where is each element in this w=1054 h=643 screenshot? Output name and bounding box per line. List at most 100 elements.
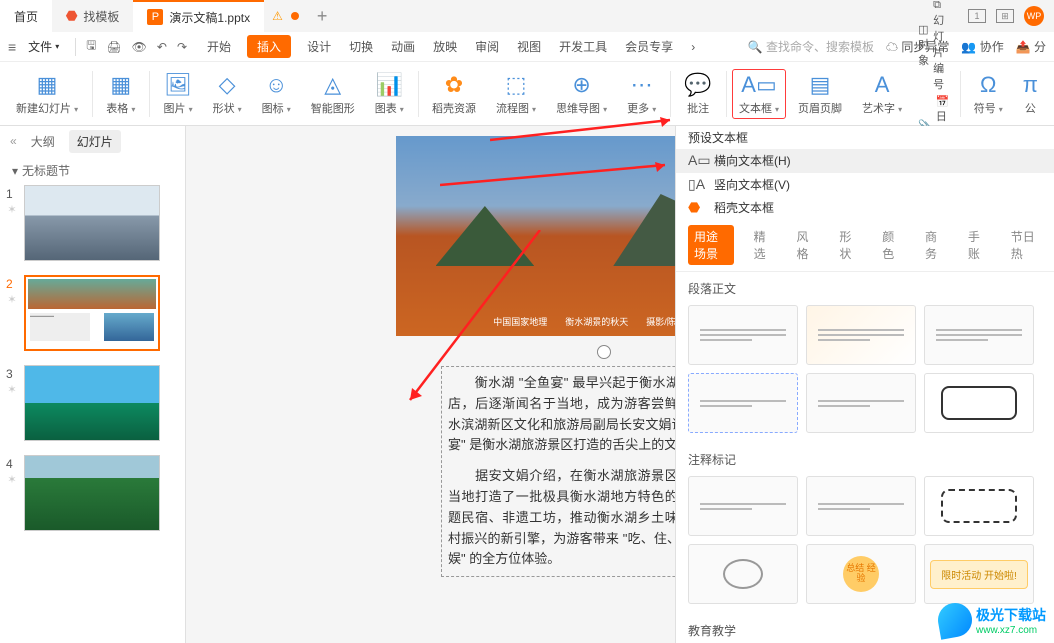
thumb-1[interactable]: 1✶ — [6, 185, 179, 261]
docer-textbox-item[interactable]: ⬣稻壳文本框 — [676, 196, 1054, 219]
vertical-textbox-item[interactable]: ▯A竖向文本框(V) — [676, 173, 1054, 196]
template-card[interactable] — [688, 544, 798, 604]
tab-find-template[interactable]: ⬣ 找模板 — [52, 0, 133, 32]
symbol-button[interactable]: Ω符号 ▾ — [966, 70, 1011, 118]
search-box[interactable]: 🔍 查找命令、搜索模板 — [748, 38, 874, 55]
print-icon[interactable]: 🖨 — [106, 40, 121, 54]
slide-number-icon[interactable]: ⧉ 幻灯片编号 — [933, 0, 949, 92]
template-card[interactable] — [806, 476, 916, 536]
filter-featured[interactable]: 精选 — [748, 225, 777, 265]
quick-access-toolbar: 🖫 🖨 👁 ↶ ↷ — [86, 36, 187, 57]
horizontal-textbox-item[interactable]: A▭横向文本框(H) — [676, 149, 1054, 172]
object-icon[interactable]: ◫ 对象 — [918, 23, 929, 68]
section-header[interactable]: ▾ 无标题节 — [0, 156, 185, 185]
filter-usage[interactable]: 用途场景 — [688, 225, 734, 265]
template-card[interactable] — [924, 373, 1034, 433]
wordart-button[interactable]: A艺术字 ▾ — [854, 70, 910, 118]
section-annotation: 注释标记 — [676, 443, 1054, 472]
tab-more[interactable]: › — [689, 38, 697, 56]
textbox-dropdown-panel: 预设文本框 A▭横向文本框(H) ▯A竖向文本框(V) ⬣稻壳文本框 用途场景 … — [675, 126, 1054, 643]
filter-color[interactable]: 颜色 — [876, 225, 905, 265]
template-card[interactable] — [806, 373, 916, 433]
menurow-right: 🔍 查找命令、搜索模板 ☁ 同步异常 👥 协作 📤 分 — [748, 38, 1046, 55]
template-card[interactable] — [688, 476, 798, 536]
tab-start[interactable]: 开始 — [205, 36, 233, 57]
textbox-button[interactable]: A▭文本框 ▾ — [732, 69, 786, 119]
horizontal-textbox-icon: A▭ — [688, 152, 704, 169]
template-card[interactable] — [806, 305, 916, 365]
new-tab-button[interactable]: + — [317, 6, 328, 27]
more-button[interactable]: ⋯更多 ▾ — [619, 70, 664, 118]
textbox-selected[interactable]: 衡水湖 "全鱼宴" 最早兴起于衡水湖周边渔村小饭店，后逐渐闻名于当地，成为游客尝… — [441, 366, 675, 577]
icon-button[interactable]: ☺图标 ▾ — [254, 70, 299, 118]
tab-design[interactable]: 设计 — [305, 36, 333, 57]
tab-animation[interactable]: 动画 — [389, 36, 417, 57]
redo-icon[interactable]: ↷ — [177, 40, 187, 54]
header-footer-button[interactable]: ▤页眉页脚 — [790, 70, 850, 118]
shape-button[interactable]: ◇形状 ▾ — [205, 70, 250, 118]
formula-button[interactable]: π公 — [1015, 70, 1046, 118]
ribbon: ▦新建幻灯片 ▾ ▦表格 ▾ 🖼图片 ▾ ◇形状 ▾ ☺图标 ▾ ◬智能图形 📊… — [0, 62, 1054, 126]
thumb-3[interactable]: 3✶ — [6, 365, 179, 441]
preview-icon[interactable]: 👁 — [132, 40, 147, 54]
filter-business[interactable]: 商务 — [919, 225, 948, 265]
filter-journal[interactable]: 手账 — [962, 225, 991, 265]
template-card[interactable] — [688, 305, 798, 365]
save-icon[interactable]: 🖫 — [86, 36, 96, 57]
tab-review[interactable]: 审阅 — [473, 36, 501, 57]
tab-home[interactable]: 首页 — [0, 0, 52, 32]
template-card[interactable]: 限时活动 开始啦! — [924, 544, 1034, 604]
share-button[interactable]: 📤 分 — [1016, 38, 1046, 55]
ppt-icon: P — [147, 9, 163, 25]
template-card[interactable]: 总结 经验 — [806, 544, 916, 604]
slide-photo[interactable]: 中国国家地理 衡水湖景的秋天 摄影/陈小波 — [396, 136, 675, 336]
tab-member[interactable]: 会员专享 — [623, 36, 675, 57]
template-card[interactable] — [924, 476, 1034, 536]
slide-panel: « 大纲 幻灯片 ▾ 无标题节 1✶ 2✶ ▬▬▬▬▬▬ 3✶ — [0, 126, 186, 643]
coop-button[interactable]: 👥 协作 — [961, 38, 1003, 55]
filter-shape[interactable]: 形状 — [833, 225, 862, 265]
slide-canvas[interactable]: 中国国家地理 衡水湖景的秋天 摄影/陈小波 衡水湖 "全鱼宴" 最早兴起于衡水湖… — [186, 126, 675, 643]
slide: 中国国家地理 衡水湖景的秋天 摄影/陈小波 衡水湖 "全鱼宴" 最早兴起于衡水湖… — [396, 136, 675, 643]
tab-slideshow[interactable]: 放映 — [431, 36, 459, 57]
window-layout-1-icon[interactable]: 1 — [968, 9, 986, 23]
rotate-handle[interactable] — [597, 345, 611, 359]
smartart-button[interactable]: ◬智能图形 — [303, 70, 363, 118]
new-slide-button[interactable]: ▦新建幻灯片 ▾ — [8, 70, 86, 118]
outline-tab[interactable]: 大纲 — [23, 130, 63, 153]
collapse-icon[interactable]: « — [10, 134, 17, 148]
tab-developer[interactable]: 开发工具 — [557, 36, 609, 57]
undo-icon[interactable]: ↶ — [157, 40, 167, 54]
resource-button[interactable]: ✿稻壳资源 — [424, 70, 484, 118]
slides-tab[interactable]: 幻灯片 — [69, 130, 121, 153]
titlebar-right: 1 ⊞ WP — [968, 6, 1054, 26]
watermark-logo — [935, 600, 974, 639]
thumb-2[interactable]: 2✶ ▬▬▬▬▬▬ — [6, 275, 179, 351]
comment-button[interactable]: 💬批注 — [676, 70, 719, 118]
template-card[interactable] — [924, 305, 1034, 365]
flowchart-button[interactable]: ⬚流程图 ▾ — [488, 70, 544, 118]
picture-button[interactable]: 🖼图片 ▾ — [156, 70, 201, 118]
menu-icon[interactable]: ≡ — [8, 39, 16, 55]
user-avatar[interactable]: WP — [1024, 6, 1044, 26]
file-menu[interactable]: 文件▾ — [22, 38, 65, 55]
paragraph-2: 据安文娟介绍，在衡水湖旅游景区创建过程中，当地打造了一批极具衡水湖地方特色的名菜… — [448, 466, 675, 570]
window-layout-grid-icon[interactable]: ⊞ — [996, 9, 1014, 23]
photo-caption: 中国国家地理 衡水湖景的秋天 摄影/陈小波 — [396, 315, 675, 328]
preset-textbox-item[interactable]: 预设文本框 — [676, 126, 1054, 149]
template-card[interactable] — [688, 373, 798, 433]
chart-button[interactable]: 📊图表 ▾ — [367, 70, 412, 118]
tab-view[interactable]: 视图 — [515, 36, 543, 57]
docer-icon: ⬣ — [688, 199, 704, 216]
table-button[interactable]: ▦表格 ▾ — [98, 70, 143, 118]
filter-style[interactable]: 风格 — [791, 225, 820, 265]
wps-icon: ⬣ — [66, 8, 77, 24]
tab-document[interactable]: P 演示文稿1.pptx — [133, 0, 264, 32]
filter-festival[interactable]: 节日热 — [1005, 225, 1042, 265]
warning-icon[interactable]: ⚠ — [272, 9, 283, 23]
thumb-4[interactable]: 4✶ — [6, 455, 179, 531]
vertical-textbox-icon: ▯A — [688, 176, 704, 193]
tab-transition[interactable]: 切换 — [347, 36, 375, 57]
mindmap-button[interactable]: ⊕思维导图 ▾ — [548, 70, 615, 118]
tab-insert[interactable]: 插入 — [247, 35, 291, 58]
